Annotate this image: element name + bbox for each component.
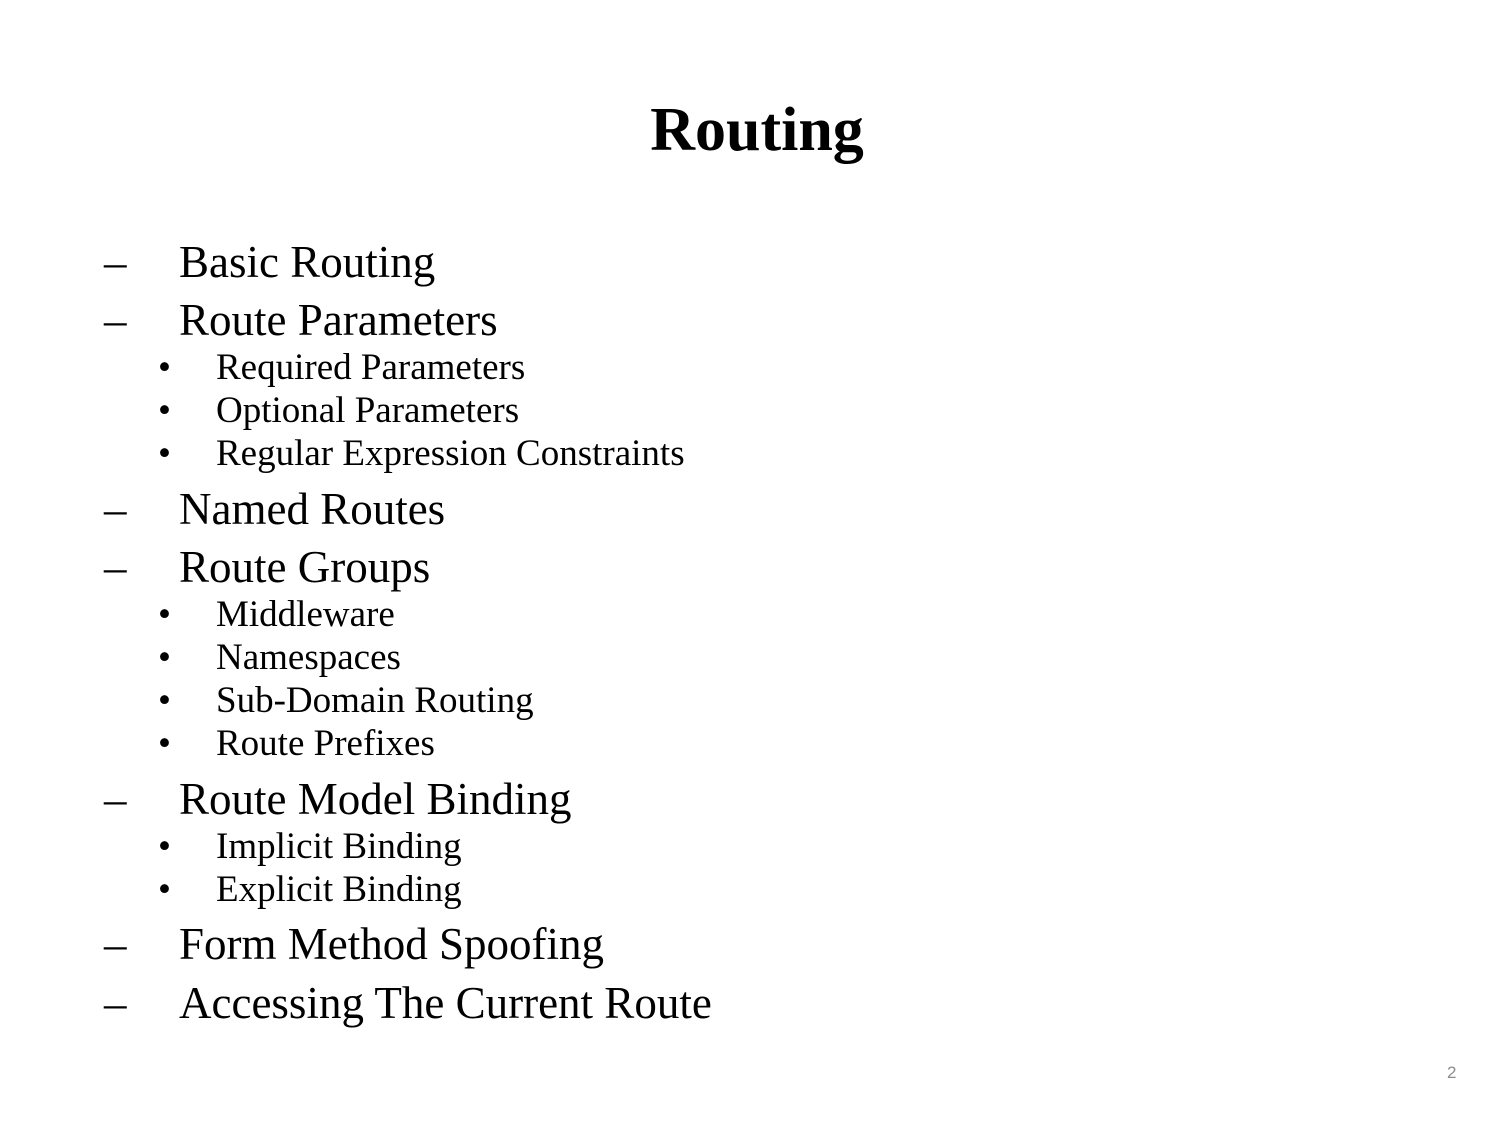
slide-title: Routing (650, 96, 864, 164)
list-item-text: Required Parameters (216, 347, 526, 388)
dot-bullet-icon: • (158, 637, 171, 678)
dot-bullet-icon: • (158, 826, 171, 867)
dot-bullet-icon: • (158, 433, 171, 474)
list-item-text: Route Groups (179, 542, 431, 592)
dot-bullet-icon: • (158, 680, 171, 721)
list-item-text: Named Routes (179, 484, 446, 534)
dash-bullet-icon: – (104, 978, 127, 1028)
list-item-text: Route Prefixes (216, 723, 435, 764)
dot-bullet-icon: • (158, 594, 171, 635)
list-item-text: Accessing The Current Route (179, 978, 712, 1028)
dash-bullet-icon: – (104, 919, 127, 969)
list-item-text: Basic Routing (179, 237, 436, 287)
dash-bullet-icon: – (104, 237, 127, 287)
list-item-text: Optional Parameters (216, 390, 520, 431)
dot-bullet-icon: • (158, 869, 171, 910)
list-item-text: Form Method Spoofing (179, 919, 605, 969)
dot-bullet-icon: • (158, 390, 171, 431)
list-item-text: Sub-Domain Routing (216, 680, 534, 721)
list-item-text: Namespaces (216, 637, 401, 678)
dash-bullet-icon: – (104, 774, 127, 824)
dash-bullet-icon: – (104, 484, 127, 534)
dash-bullet-icon: – (104, 295, 127, 345)
page-number: 2 (1447, 1063, 1457, 1082)
dot-bullet-icon: • (158, 347, 171, 388)
list-item-text: Middleware (216, 594, 395, 635)
list-item-text: Regular Expression Constraints (216, 433, 685, 474)
dot-bullet-icon: • (158, 723, 171, 764)
list-item-text: Route Model Binding (179, 774, 572, 824)
list-item-text: Route Parameters (179, 295, 498, 345)
list-item-text: Explicit Binding (216, 869, 462, 910)
dash-bullet-icon: – (104, 542, 127, 592)
list-item-text: Implicit Binding (216, 826, 462, 867)
